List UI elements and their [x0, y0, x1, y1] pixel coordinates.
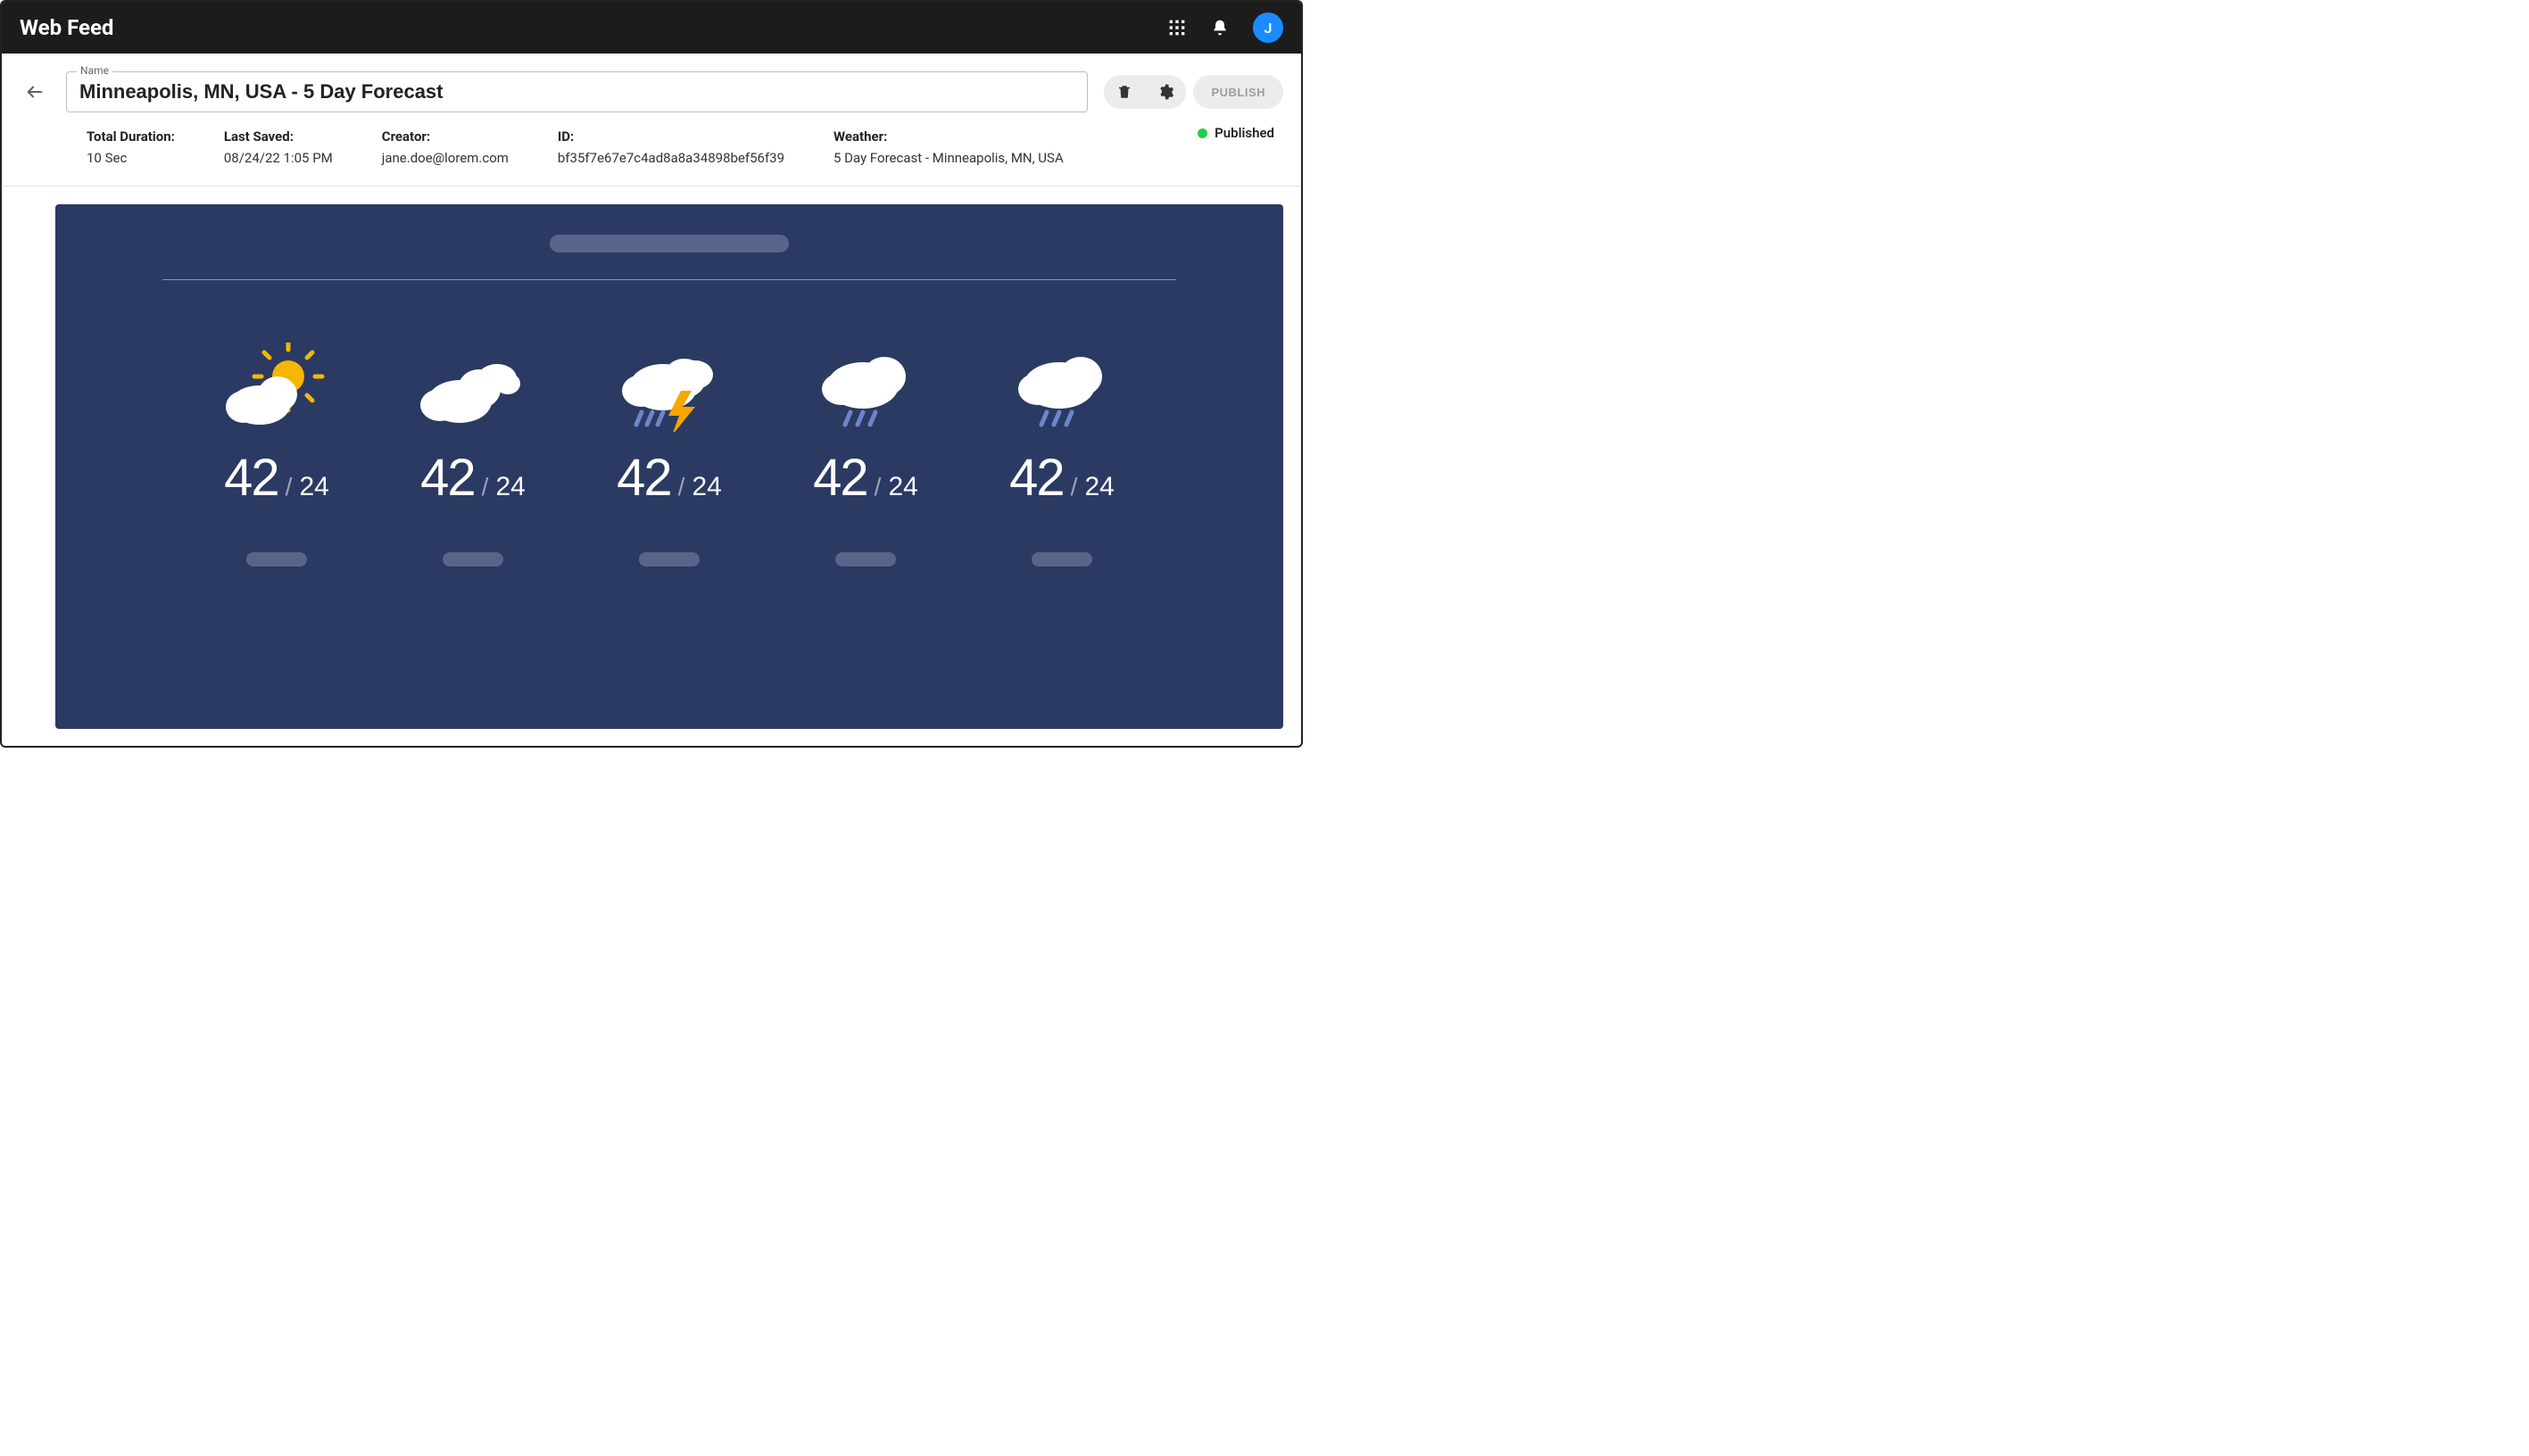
rain-icon [1004, 343, 1120, 432]
apps-grid-icon[interactable] [1167, 18, 1187, 37]
day-label-placeholder [639, 552, 700, 567]
temp-separator: / [482, 473, 489, 501]
day-label-placeholder [246, 552, 307, 567]
temp-separator: / [678, 473, 685, 501]
temp-low: 24 [888, 472, 917, 502]
rain-icon [808, 343, 924, 432]
temp-readout: 42 / 24 [617, 448, 722, 508]
meta-value: jane.doe@lorem.com [382, 150, 509, 166]
forecast-day: 42 / 24 [794, 343, 937, 567]
top-bar-actions: J [1167, 12, 1283, 43]
editor-header: Name PUBLISH [2, 54, 1301, 112]
temp-high: 42 [224, 448, 278, 508]
back-button[interactable] [20, 77, 50, 107]
name-field: Name [66, 71, 1088, 112]
preview-area: 42 / 24 [2, 186, 1301, 729]
meta-creator: Creator: jane.doe@lorem.com [382, 128, 509, 166]
meta-label: Total Duration: [87, 128, 175, 145]
user-avatar[interactable]: J [1253, 12, 1283, 43]
temp-separator: / [875, 473, 882, 501]
temp-readout: 42 / 24 [1009, 448, 1115, 508]
temp-high: 42 [420, 448, 475, 508]
day-label-placeholder [443, 552, 503, 567]
meta-value: 10 Sec [87, 150, 175, 166]
meta-label: Last Saved: [224, 128, 333, 145]
meta-value: 08/24/22 1:05 PM [224, 150, 333, 166]
partly-sunny-icon [219, 343, 335, 432]
notifications-icon[interactable] [1210, 18, 1230, 37]
temp-low: 24 [1084, 472, 1114, 502]
temp-high: 42 [1009, 448, 1064, 508]
app-title: Web Feed [20, 15, 113, 40]
publish-button[interactable]: PUBLISH [1193, 75, 1283, 109]
temp-low: 24 [692, 472, 721, 502]
temp-readout: 42 / 24 [813, 448, 918, 508]
temp-separator: / [286, 473, 293, 501]
forecast-row: 42 / 24 [109, 343, 1230, 567]
weather-canvas: 42 / 24 [55, 204, 1283, 729]
meta-value: bf35f7e67e7c4ad8a8a34898bef56f39 [558, 150, 784, 166]
temp-high: 42 [813, 448, 867, 508]
temp-readout: 42 / 24 [224, 448, 329, 508]
temp-low: 24 [495, 472, 525, 502]
meta-label: Weather: [833, 128, 1064, 145]
day-label-placeholder [835, 552, 896, 567]
forecast-day: 42 / 24 [402, 343, 544, 567]
app-frame: Web Feed J Name [0, 0, 1303, 748]
header-actions: PUBLISH [1104, 75, 1283, 109]
canvas-divider [162, 279, 1176, 280]
cloudy-icon [415, 343, 531, 432]
meta-id: ID: bf35f7e67e7c4ad8a8a34898bef56f39 [558, 128, 784, 166]
name-field-label: Name [77, 64, 112, 77]
meta-weather: Weather: 5 Day Forecast - Minneapolis, M… [833, 128, 1064, 166]
temp-readout: 42 / 24 [420, 448, 526, 508]
day-label-placeholder [1032, 552, 1092, 567]
forecast-day: 42 / 24 [598, 343, 741, 567]
temp-separator: / [1071, 473, 1078, 501]
status-badge: Published [1198, 125, 1274, 141]
forecast-day: 42 / 24 [205, 343, 348, 567]
forecast-day: 42 / 24 [991, 343, 1133, 567]
meta-last-saved: Last Saved: 08/24/22 1:05 PM [224, 128, 333, 166]
settings-button[interactable] [1145, 75, 1186, 109]
name-input[interactable] [66, 71, 1088, 112]
meta-row: Total Duration: 10 Sec Last Saved: 08/24… [2, 112, 1301, 186]
top-bar: Web Feed J [2, 2, 1301, 54]
temp-high: 42 [617, 448, 671, 508]
status-dot-icon [1198, 128, 1207, 138]
meta-total-duration: Total Duration: 10 Sec [87, 128, 175, 166]
meta-value: 5 Day Forecast - Minneapolis, MN, USA [833, 150, 1064, 166]
delete-button[interactable] [1104, 75, 1145, 109]
temp-low: 24 [299, 472, 328, 502]
thunderstorm-icon [611, 343, 727, 432]
meta-label: ID: [558, 128, 784, 145]
action-pill-group [1104, 75, 1186, 109]
meta-label: Creator: [382, 128, 509, 145]
status-text: Published [1215, 125, 1274, 141]
canvas-title-placeholder [550, 235, 789, 252]
